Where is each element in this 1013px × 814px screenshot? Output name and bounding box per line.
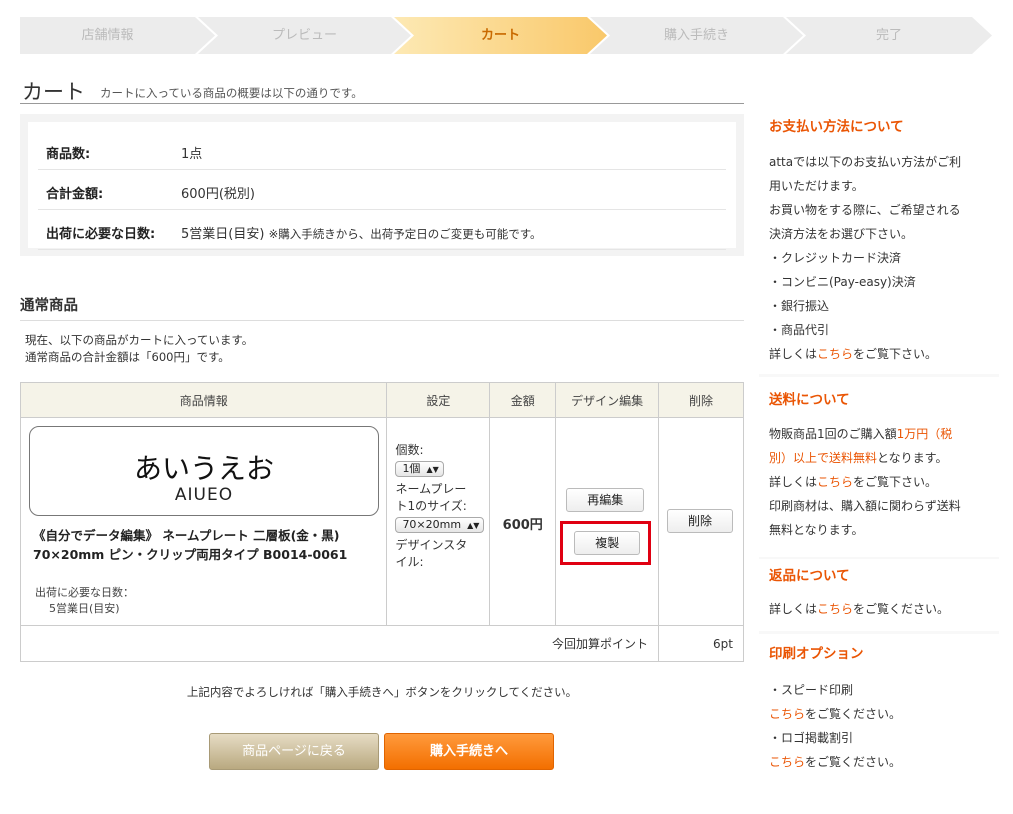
sidebar-payment: お支払い方法について attaでは以下のお支払い方法がご利 用いただけます。 お… [759,104,999,374]
quantity-select[interactable]: 1個 ▲▼ [395,461,444,477]
page-title: カート [22,80,85,104]
chevron-updown-icon: ▲▼ [467,521,480,530]
product-name[interactable]: 《自分でデータ編集》 ネームプレート 二層板(金・黒) 70×20mm ピン・ク… [33,526,383,564]
sidebar-print-options: 印刷オプション ・スピード印刷 こちらをご覧ください。 ・ロゴ掲載割引 こちらを… [759,634,999,804]
step-cart: カート [394,17,607,54]
payment-title: お支払い方法について [769,119,904,135]
shipping-days-value: 5営業日(目安) [49,602,120,615]
returns-title: 返品について [769,568,850,584]
step-preview: プレビュー [198,17,411,54]
summary-days-row: 出荷に必要な日数: 5営業日(目安) ※購入手続きから、出荷予定日のご変更も可能… [38,210,726,250]
cart-table: 商品情報 設定 金額 デザイン編集 削除 あいうえお AIUEO 《自分でデータ… [19,382,744,662]
step-checkout: 購入手続き [590,17,803,54]
item-price: 600円 [502,518,543,533]
shipping-days-label: 出荷に必要な日数： [35,586,134,599]
size-select[interactable]: 70×20mm ▲▼ [395,517,485,533]
section-intro: 現在、以下の商品がカートに入っています。 通常商品の合計金額は「600円」です。 [25,333,254,364]
step-store-info: 店舗情報 [20,17,215,54]
settings-cell: 個数: 1個 ▲▼ ネームプレー ト1のサイズ: 70×20mm ▲▼ デザインスタ… [386,417,491,626]
returns-details-link[interactable]: こちら [817,602,853,616]
reedit-button[interactable]: 再編集 [566,488,645,512]
product-preview-image[interactable]: あいうえお AIUEO [29,426,379,516]
logo-discount-link[interactable]: こちら [769,755,805,769]
design-edit-cell: 再編集 複製 [555,417,660,626]
sidebar: お支払い方法について attaでは以下のお支払い方法がご利 用いただけます。 お… [759,104,999,804]
delete-button[interactable]: 削除 [667,509,734,533]
section-title: 通常商品 [20,294,744,321]
points-value: 6pt [658,625,744,662]
proceed-checkout-button[interactable]: 購入手続きへ [384,733,554,770]
back-to-product-button[interactable]: 商品ページに戻る [209,733,379,770]
points-row: 今回加算ポイント 6pt [19,625,744,662]
cart-summary: 商品数: 1点 合計金額: 600円(税別) 出荷に必要な日数: 5営業日(目安… [20,114,744,256]
shipping-title: 送料について [769,392,850,408]
page-subtitle: カートに入っている商品の概要は以下の通りです。 [100,86,363,100]
payment-details-link[interactable]: こちら [817,347,853,361]
summary-total-row: 合計金額: 600円(税別) [38,170,726,210]
shipping-details-link[interactable]: こちら [817,475,853,489]
sidebar-returns: 返品について 詳しくはこちらをご覧ください。 [759,559,999,631]
page-header: カート カートに入っている商品の概要は以下の通りです。 [20,72,744,104]
sidebar-shipping: 送料について 物販商品1回のご購入額1万円（税 別）以上で送料無料となります。 … [759,377,999,557]
table-row: あいうえお AIUEO 《自分でデータ編集》 ネームプレート 二層板(金・黒) … [19,417,744,626]
summary-count-row: 商品数: 1点 [38,130,726,170]
delete-cell: 削除 [658,417,744,626]
speed-print-link[interactable]: こちら [769,707,805,721]
step-complete: 完了 [786,17,992,54]
product-info-cell: あいうえお AIUEO 《自分でデータ編集》 ネームプレート 二層板(金・黒) … [19,417,388,626]
progress-steps: 店舗情報 プレビュー カート 購入手続き 完了 [20,17,992,54]
points-label: 今回加算ポイント [19,625,660,662]
price-cell: 600円 [489,417,557,626]
chevron-updown-icon: ▲▼ [426,465,439,474]
checkout-guide-text: 上記内容でよろしければ「購入手続きへ」ボタンをクリックしてください。 [186,685,578,699]
copy-button[interactable]: 複製 [574,531,641,555]
table-header-row: 商品情報 設定 金額 デザイン編集 削除 [19,382,744,418]
print-options-title: 印刷オプション [769,646,864,662]
